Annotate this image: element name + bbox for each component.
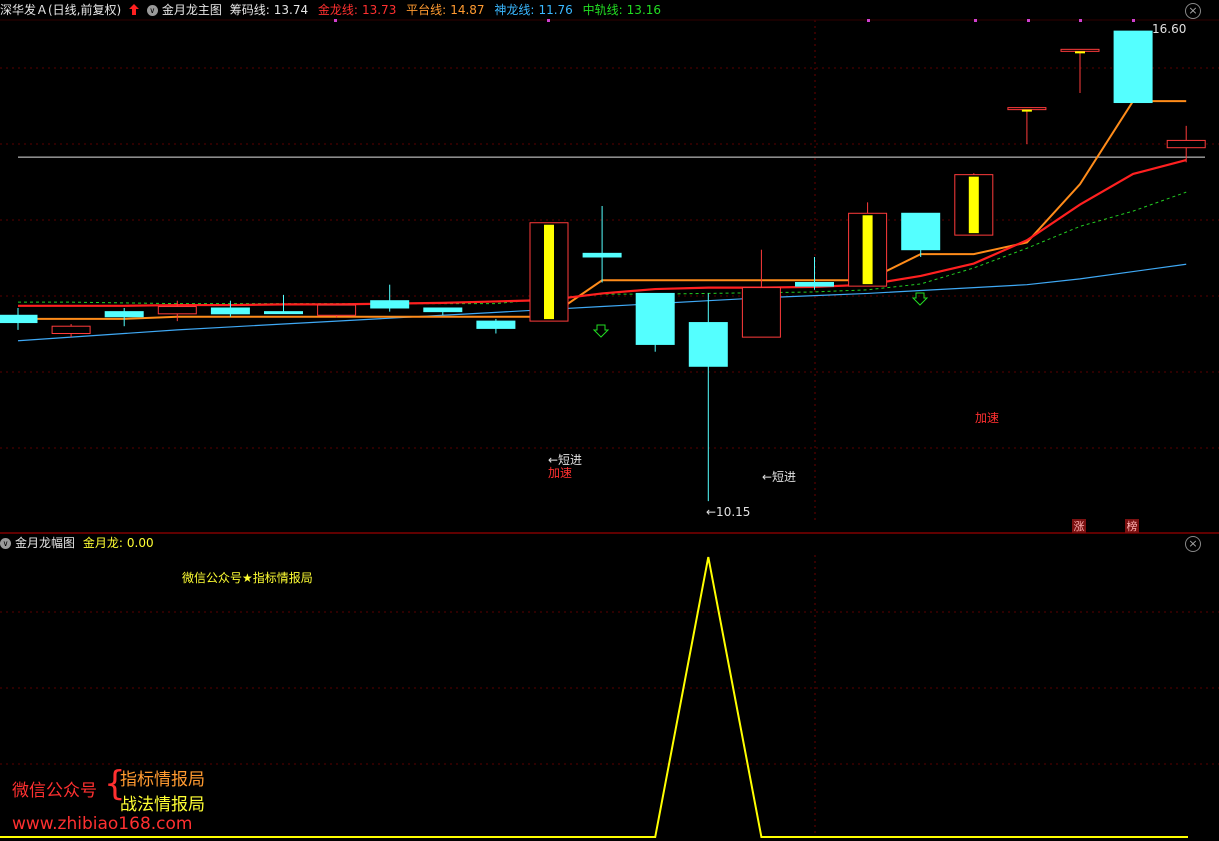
candle [688, 293, 728, 502]
candle [1113, 30, 1153, 104]
candle-body [795, 281, 834, 287]
high-price-label: 16.60 [1152, 22, 1186, 36]
down-arrow-icon [911, 292, 929, 306]
candle [529, 222, 569, 322]
candle [317, 304, 357, 318]
candle [51, 324, 91, 338]
watermark-url: www.zhibiao168.com [12, 814, 193, 834]
short-entry-label: ←短进 [548, 453, 582, 467]
sub-watermark: 微信公众号★指标情报局 [182, 570, 313, 585]
top-marker [547, 19, 550, 22]
top-marker [867, 19, 870, 22]
low-price-label: ←10.15 [706, 505, 750, 519]
watermark-wechat: 微信公众号 [12, 781, 97, 801]
candle-body [317, 304, 357, 316]
candle [901, 212, 941, 257]
candle-body [264, 311, 303, 315]
candle [104, 307, 144, 327]
kline-chart[interactable]: 16.60←10.15←短进←短进加速加速涨 榜微信公众号★指标情报局 [0, 0, 1219, 841]
candle-body [1113, 30, 1153, 104]
accelerate-label: 加速 [975, 411, 999, 425]
candle [476, 318, 516, 334]
top-marker [334, 19, 337, 22]
top-marker [1027, 19, 1030, 22]
candle-body [635, 292, 675, 345]
candle-body [688, 322, 728, 367]
candle-body [582, 252, 622, 258]
watermark-line1: 指标情报局 [120, 770, 205, 790]
top-marker [1132, 19, 1135, 22]
candle-body [901, 212, 941, 251]
candle [0, 307, 38, 330]
candle [1007, 107, 1047, 145]
accelerate-label: 加速 [548, 466, 572, 480]
candle-fill [1021, 109, 1032, 112]
candle [635, 292, 675, 352]
candle [582, 205, 622, 283]
down-arrow-icon [592, 324, 610, 338]
top-marker [1079, 19, 1082, 22]
top-marker [974, 19, 977, 22]
candle-fill [1075, 51, 1085, 54]
candle-body [370, 300, 410, 309]
candle [1060, 48, 1100, 94]
candle-body [1060, 48, 1100, 52]
candle-body [423, 307, 463, 313]
short-entry-label: ←短进 [762, 470, 796, 484]
badge-label: 榜 [1127, 519, 1138, 533]
badge-label: 涨 [1074, 520, 1085, 533]
candle-body [741, 287, 781, 338]
candle-body [210, 307, 250, 315]
candle [954, 173, 994, 236]
candle-body [51, 325, 91, 334]
candle [848, 202, 888, 287]
candle [210, 300, 250, 317]
candle-body [1007, 107, 1047, 111]
candle [795, 256, 834, 290]
candle [741, 249, 781, 338]
candle-body [157, 306, 197, 315]
candle-fill [862, 215, 873, 285]
candle-fill [544, 224, 554, 320]
candle-body [0, 314, 38, 324]
candle-fill [968, 176, 979, 234]
watermark-line2: 战法情报局 [120, 795, 205, 815]
candle-body [476, 320, 516, 329]
candle [370, 284, 410, 312]
candle-body [104, 311, 144, 318]
candle-body [1166, 139, 1206, 149]
